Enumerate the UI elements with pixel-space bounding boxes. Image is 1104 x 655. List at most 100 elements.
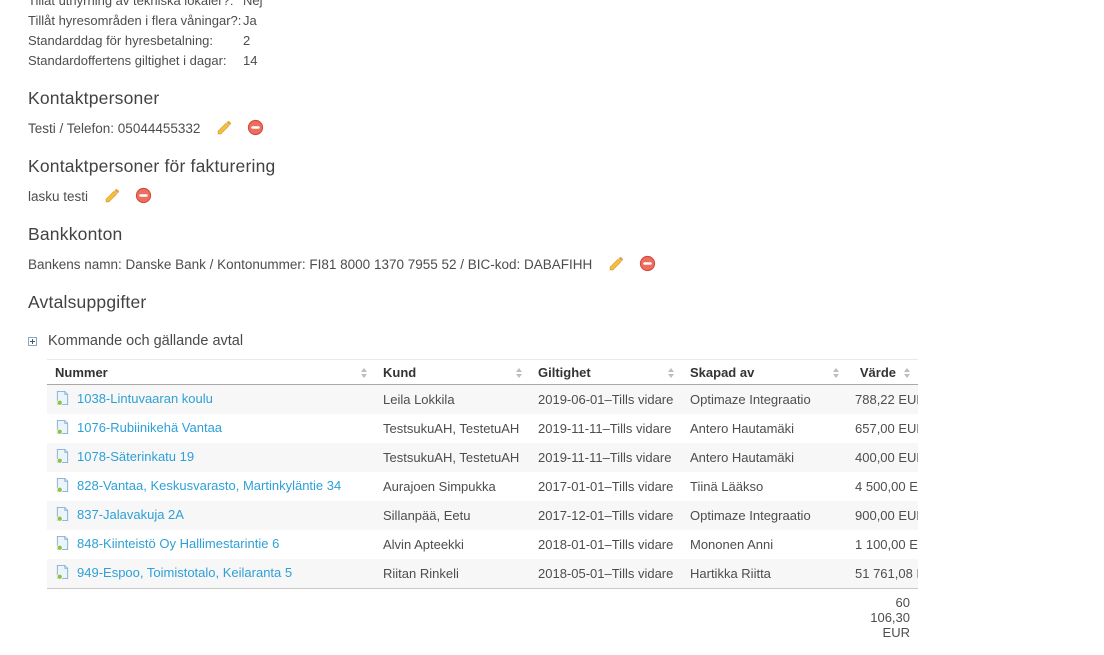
detail-field: Tillåt hyresområden i flera våningar?: J… [28,13,1104,29]
document-icon [55,390,70,409]
contract-link[interactable]: 1038-Lintuvaaran koulu [77,391,213,406]
cell-validity: 2017-12-01–Tills vidare [530,501,682,530]
contract-link[interactable]: 837-Jalavakuja 2A [77,507,184,522]
contact-entry-row: Testi / Telefon: 05044455332 [28,120,1104,137]
cell-value: 400,00 EUR [847,443,918,472]
cell-value: 1 100,00 EUR [847,530,918,559]
detail-field: Standardoffertens giltighet i dagar: 14 [28,53,1104,69]
table-row: 1038-Lintuvaaran koulu Leila Lokkila 201… [47,385,918,415]
document-icon [55,535,70,554]
minus-circle-icon [247,119,264,139]
total-spacer [47,589,847,647]
col-header-varde[interactable]: Värde [847,360,918,385]
contract-link[interactable]: 949-Espoo, Toimistotalo, Keilaranta 5 [77,565,292,580]
pencil-icon [104,187,121,207]
contacts-heading: Kontaktpersoner [28,87,1104,109]
col-header-nummer[interactable]: Nummer [47,360,375,385]
document-icon [55,506,70,525]
col-header-giltighet[interactable]: Giltighet [530,360,682,385]
cell-value: 788,22 EUR [847,385,918,415]
table-header-row: Nummer Kund Giltighet Skapad av Värde [47,360,918,385]
pencil-icon [608,255,625,275]
minus-circle-icon [639,255,656,275]
agreements-group-row: Kommande och gällande avtal [28,333,1104,349]
delete-contact-button[interactable] [247,119,264,139]
detail-label: Standarddag för hyresbetalning: [28,33,243,49]
col-header-skapad-av[interactable]: Skapad av [682,360,847,385]
cell-value: 4 500,00 EUR [847,472,918,501]
cell-created-by: Antero Hautamäki [682,443,847,472]
detail-value: Ja [243,13,257,29]
pencil-icon [216,119,233,139]
table-row: 848-Kiinteistö Oy Hallimestarintie 6 Alv… [47,530,918,559]
detail-label: Standardoffertens giltighet i dagar: [28,53,243,69]
edit-billing-contact-button[interactable] [104,187,121,207]
contract-link[interactable]: 848-Kiinteistö Oy Hallimestarintie 6 [77,536,279,551]
cell-created-by: Mononen Anni [682,530,847,559]
table-row: 949-Espoo, Toimistotalo, Keilaranta 5 Ri… [47,559,918,589]
contract-link[interactable]: 828-Vantaa, Keskusvarasto, Martinkylänti… [77,478,341,493]
contracts-table: Nummer Kund Giltighet Skapad av Värde 10… [47,359,918,646]
col-header-kund[interactable]: Kund [375,360,530,385]
billing-contact-entry-row: lasku testi [28,188,1104,205]
cell-customer: TestsukuAH, TestetuAH [375,443,530,472]
detail-value: Nej [243,0,263,9]
cell-validity: 2018-05-01–Tills vidare [530,559,682,589]
cell-value: 657,00 EUR [847,414,918,443]
edit-bank-account-button[interactable] [608,255,625,275]
cell-customer: Sillanpää, Eetu [375,501,530,530]
bank-account-entry-text: Bankens namn: Danske Bank / Kontonummer:… [28,257,592,272]
cell-validity: 2019-11-11–Tills vidare [530,443,682,472]
agreements-heading: Avtalsuppgifter [28,291,1104,313]
cell-value: 900,00 EUR [847,501,918,530]
detail-field: Tillåt uthyrning av tekniska lokaler?: N… [28,0,1104,9]
contract-link[interactable]: 1078-Säterinkatu 19 [77,449,194,464]
edit-contact-button[interactable] [216,119,233,139]
billing-contacts-heading: Kontaktpersoner för fakturering [28,155,1104,177]
document-icon [55,564,70,583]
table-row: 1076-Rubiinikehä Vantaa TestsukuAH, Test… [47,414,918,443]
cell-customer: Alvin Apteekki [375,530,530,559]
detail-field: Standarddag för hyresbetalning: 2 [28,33,1104,49]
minus-circle-icon [135,187,152,207]
detail-value: 2 [243,33,250,49]
document-icon [55,477,70,496]
cell-validity: 2017-01-01–Tills vidare [530,472,682,501]
sort-icon [668,368,674,378]
sort-icon [516,368,522,378]
cell-customer: Aurajoen Simpukka [375,472,530,501]
cell-customer: TestsukuAH, TestetuAH [375,414,530,443]
document-icon [55,448,70,467]
bank-accounts-heading: Bankkonton [28,223,1104,245]
cell-created-by: Optimaze Integraatio [682,501,847,530]
sort-icon [833,368,839,378]
delete-billing-contact-button[interactable] [135,187,152,207]
cell-created-by: Hartikka Riitta [682,559,847,589]
cell-created-by: Antero Hautamäki [682,414,847,443]
cell-customer: Riitan Rinkeli [375,559,530,589]
document-icon [55,419,70,438]
contact-entry-text: Testi / Telefon: 05044455332 [28,121,200,136]
cell-validity: 2019-11-11–Tills vidare [530,414,682,443]
cell-validity: 2018-01-01–Tills vidare [530,530,682,559]
cell-created-by: Optimaze Integraatio [682,385,847,415]
contract-link[interactable]: 1076-Rubiinikehä Vantaa [77,420,222,435]
delete-bank-account-button[interactable] [639,255,656,275]
billing-contact-entry-text: lasku testi [28,189,88,204]
table-row: 837-Jalavakuja 2A Sillanpää, Eetu 2017-1… [47,501,918,530]
detail-label: Tillåt uthyrning av tekniska lokaler?: [28,0,243,9]
cell-value: 51 761,08 EUR [847,559,918,589]
total-value: 60 106,30 EUR [847,589,918,647]
sort-icon [904,368,910,378]
property-details-page: Tillåt uthyrning av tekniska lokaler?: N… [0,0,1104,646]
table-row: 828-Vantaa, Keskusvarasto, Martinkylänti… [47,472,918,501]
table-row: 1078-Säterinkatu 19 TestsukuAH, TestetuA… [47,443,918,472]
sort-icon [361,368,367,378]
cell-customer: Leila Lokkila [375,385,530,415]
expand-plus-icon[interactable] [28,337,37,346]
detail-label: Tillåt hyresområden i flera våningar?: [28,13,243,29]
bank-account-entry-row: Bankens namn: Danske Bank / Kontonummer:… [28,256,1104,273]
detail-value: 14 [243,53,257,69]
agreements-group-label[interactable]: Kommande och gällande avtal [48,333,243,349]
table-total-row: 60 106,30 EUR [47,589,918,647]
